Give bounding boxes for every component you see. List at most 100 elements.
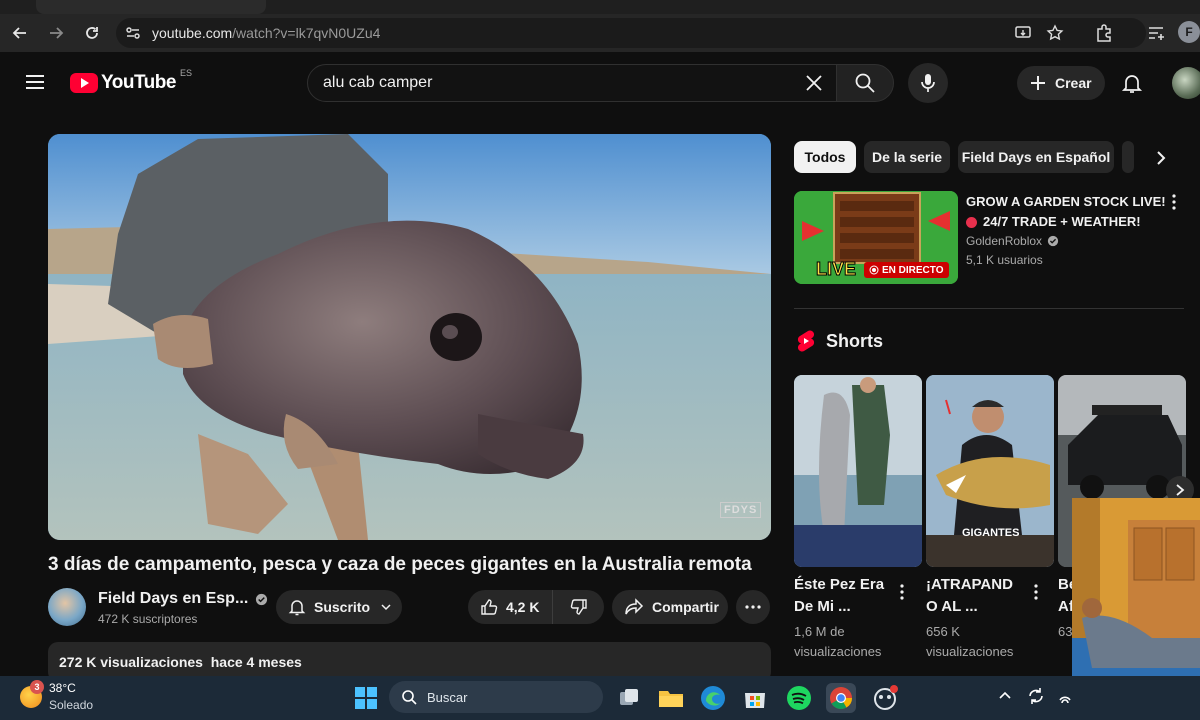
- file-explorer-icon[interactable]: [656, 683, 686, 713]
- channel-watermark: FDYS: [720, 502, 762, 518]
- live-thumb-text: LIVE: [815, 259, 857, 280]
- show-hidden-icons-chevron-icon[interactable]: [998, 689, 1012, 708]
- voice-search-button[interactable]: [908, 63, 948, 103]
- short-2-info[interactable]: ¡ATRAPAND O AL ... 656 K visualizaciones: [926, 574, 1026, 662]
- create-button[interactable]: Crear: [1017, 66, 1105, 100]
- live-video-title[interactable]: GROW A GARDEN STOCK LIVE! 24/7 TRADE + W…: [966, 192, 1166, 232]
- channel-name[interactable]: Field Days en Esp...: [98, 590, 268, 608]
- live-channel-name[interactable]: GoldenRoblox: [966, 234, 1059, 248]
- notifications-bell-icon[interactable]: [1121, 72, 1143, 99]
- chevron-right-icon: [1176, 484, 1185, 496]
- short-2-views-line1: 656 K: [926, 624, 960, 639]
- chips-next-icon[interactable]: [1152, 148, 1170, 173]
- shorts-heading: Shorts: [796, 330, 883, 352]
- live-broadcast-icon: [869, 265, 879, 275]
- view-count: 272 K visualizaciones: [59, 654, 203, 670]
- kebab-menu-icon[interactable]: [1172, 194, 1176, 215]
- like-button[interactable]: 4,2 K: [468, 590, 554, 624]
- chevron-down-icon: [381, 604, 391, 611]
- browser-tab[interactable]: [36, 0, 266, 14]
- menu-icon[interactable]: [24, 72, 46, 97]
- like-count: 4,2 K: [506, 599, 540, 615]
- subscriber-count: 472 K suscriptores: [98, 612, 198, 626]
- short-2-title-line2: O AL ...: [926, 598, 978, 615]
- red-circle-emoji-icon: [966, 216, 977, 228]
- thumbs-down-icon: [570, 599, 587, 615]
- site-info-icon[interactable]: [124, 24, 142, 47]
- more-actions-button[interactable]: [736, 590, 770, 624]
- live-viewer-count: 5,1 K usuarios: [966, 253, 1043, 267]
- network-tray-icon[interactable]: [1058, 686, 1072, 711]
- youtube-logo[interactable]: YouTube ES: [70, 68, 192, 94]
- microphone-icon: [921, 74, 935, 92]
- search-button[interactable]: [836, 64, 894, 102]
- video-frame-image: [48, 134, 771, 540]
- clear-search-icon[interactable]: [804, 73, 824, 98]
- profile-avatar[interactable]: F: [1178, 21, 1200, 43]
- search-input[interactable]: alu cab camper: [307, 64, 837, 102]
- windows-start-icon[interactable]: [354, 686, 378, 715]
- weather-description[interactable]: Soleado: [49, 698, 93, 712]
- spotify-icon[interactable]: [784, 683, 814, 713]
- upload-age: hace 4 meses: [210, 654, 302, 670]
- task-view-icon[interactable]: [614, 683, 644, 713]
- install-app-icon[interactable]: [1014, 24, 1032, 47]
- channel-avatar[interactable]: [48, 588, 86, 626]
- more-horizontal-icon: [745, 605, 761, 609]
- short-1-image: [794, 375, 922, 567]
- live-badge: EN DIRECTO: [864, 262, 949, 278]
- share-arrow-icon: [625, 598, 644, 615]
- microsoft-store-icon[interactable]: [740, 683, 770, 713]
- short-1-views-line1: 1,6 M de: [794, 624, 845, 639]
- dislike-button[interactable]: [553, 590, 604, 624]
- logo-text: YouTube: [101, 72, 176, 93]
- share-button[interactable]: Compartir: [612, 590, 728, 624]
- live-video-thumbnail[interactable]: LIVE EN DIRECTO: [794, 191, 958, 284]
- plus-icon: [1031, 76, 1045, 90]
- region-code: ES: [179, 68, 192, 78]
- browser-toolbar: youtube.com/watch?v=lk7qvN0UZu4 F: [0, 14, 1200, 52]
- reading-list-icon[interactable]: [1146, 23, 1166, 48]
- taskbar-search-label: Buscar: [427, 689, 468, 705]
- chip-from-series[interactable]: De la serie: [864, 141, 950, 173]
- verified-check-icon: [256, 593, 268, 605]
- subscribed-label: Suscrito: [314, 599, 371, 615]
- like-dislike-group: 4,2 K: [468, 590, 604, 624]
- taskbar-search-box[interactable]: Buscar: [389, 681, 603, 713]
- short-thumbnail-1[interactable]: [794, 375, 922, 567]
- short-1-info[interactable]: Éste Pez Era De Mi ... 1,6 M de visualiz…: [794, 574, 894, 662]
- short-2-menu-icon[interactable]: [1034, 584, 1038, 605]
- weather-temperature[interactable]: 38°C: [49, 681, 76, 695]
- browser-tabstrip: [0, 0, 1200, 14]
- edge-browser-icon[interactable]: [698, 683, 728, 713]
- app-with-notification-icon[interactable]: [870, 683, 900, 713]
- short-2-overlay-text: GIGANTES: [962, 527, 1020, 539]
- thumbs-up-icon: [481, 599, 498, 615]
- short-1-title-line1: Éste Pez Era: [794, 576, 885, 593]
- short-1-views-line2: visualizaciones: [794, 644, 882, 659]
- youtube-header: YouTube ES alu cab camper Crear: [0, 52, 1200, 116]
- video-player[interactable]: FDYS: [48, 134, 771, 540]
- forward-icon[interactable]: [44, 21, 68, 45]
- short-thumbnail-2[interactable]: GIGANTES: [926, 375, 1054, 567]
- address-bar[interactable]: youtube.com/watch?v=lk7qvN0UZu4: [116, 18, 1146, 48]
- bell-icon: [288, 600, 306, 616]
- chip-overflow[interactable]: [1122, 141, 1134, 173]
- back-icon[interactable]: [8, 21, 32, 45]
- chip-all[interactable]: Todos: [794, 141, 856, 173]
- sync-tray-icon[interactable]: [1026, 686, 1046, 711]
- chip-channel[interactable]: Field Days en Español: [958, 141, 1114, 173]
- create-label: Crear: [1055, 75, 1092, 91]
- user-avatar[interactable]: [1172, 67, 1200, 99]
- subscribed-button[interactable]: Suscrito: [276, 590, 402, 624]
- search-icon: [855, 73, 875, 93]
- video-title: 3 días de campamento, pesca y caza de pe…: [48, 554, 752, 575]
- verified-check-icon: [1047, 235, 1059, 247]
- windows-taskbar: 3 38°C Soleado Buscar: [0, 676, 1200, 720]
- chrome-icon[interactable]: [826, 683, 856, 713]
- reload-icon[interactable]: [80, 21, 104, 45]
- bookmark-star-icon[interactable]: [1046, 24, 1064, 47]
- extensions-icon[interactable]: [1094, 23, 1114, 48]
- short-1-menu-icon[interactable]: [900, 584, 904, 605]
- weather-notification-badge: 3: [30, 680, 44, 694]
